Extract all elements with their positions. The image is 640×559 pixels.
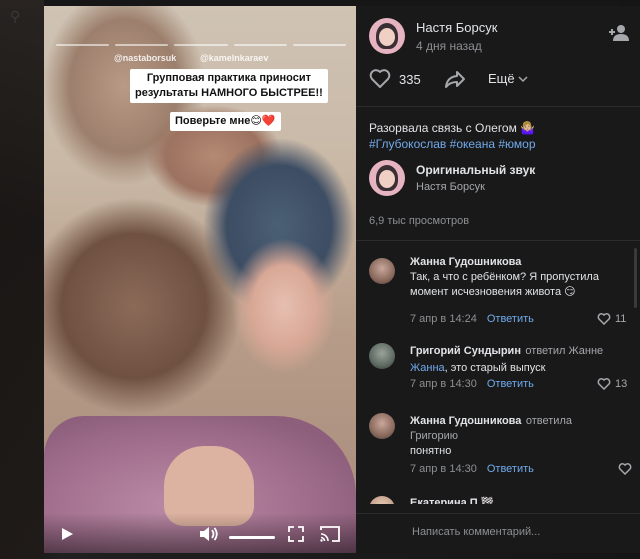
comment-avatar[interactable] bbox=[369, 413, 395, 439]
comment-date: 7 апр в 14:24 bbox=[410, 313, 477, 325]
comment-header: Григорий Сундырин ответил Жанне bbox=[410, 341, 632, 359]
comment-meta: 7 апр в 14:30 Ответить bbox=[410, 378, 534, 390]
video-tag-right: @kamelnkaraev bbox=[200, 53, 269, 63]
sound-avatar[interactable] bbox=[369, 160, 405, 196]
comment-avatar[interactable] bbox=[369, 496, 395, 504]
share-icon bbox=[445, 71, 465, 88]
comment-item: Екатерина П 🏁 bbox=[356, 496, 640, 504]
add-friend-icon[interactable] bbox=[608, 24, 630, 42]
reply-link[interactable]: Ответить bbox=[487, 313, 534, 325]
comment-date: 7 апр в 14:30 bbox=[410, 378, 477, 390]
volume-slider[interactable] bbox=[229, 536, 275, 539]
video-tag-left: @nastaborsuk bbox=[114, 53, 177, 63]
comment-item: Григорий Сундырин ответил Жанне Жанна, э… bbox=[356, 341, 640, 399]
view-count: 6,9 тыс просмотров bbox=[369, 215, 470, 227]
share-button[interactable] bbox=[444, 69, 466, 89]
comment-author[interactable]: Екатерина П 🏁 bbox=[410, 496, 632, 504]
hashtag[interactable]: #Глубокослав bbox=[369, 137, 446, 151]
video-player[interactable]: @nastaborsuk @kamelnkaraev Групповая пра… bbox=[44, 6, 356, 553]
reply-link[interactable]: Ответить bbox=[487, 463, 534, 475]
video-caption-main: Групповая практика приносит результаты Н… bbox=[130, 69, 328, 103]
divider bbox=[356, 106, 640, 107]
comment-like-count: 11 bbox=[615, 313, 627, 325]
dimmed-search-icon: ⚲ bbox=[10, 8, 21, 24]
video-caption-secondary: Поверьте мне😊❤️ bbox=[170, 112, 281, 131]
comment-avatar[interactable] bbox=[369, 258, 395, 284]
heart-icon bbox=[618, 463, 632, 475]
author-name[interactable]: Настя Борсук bbox=[416, 20, 497, 35]
comment-author[interactable]: Жанна Гудошникова bbox=[410, 256, 632, 268]
comment-like-button[interactable]: 11 bbox=[597, 313, 626, 325]
comment-like-button[interactable]: 13 bbox=[597, 378, 627, 390]
volume-icon[interactable] bbox=[199, 526, 219, 547]
author-avatar[interactable] bbox=[369, 18, 405, 54]
video-controls bbox=[44, 513, 356, 553]
more-label: Ещё bbox=[488, 71, 515, 86]
comment-author[interactable]: Григорий Сундырин bbox=[410, 345, 521, 357]
comment-text: момент исчезновения живота 😏 bbox=[410, 286, 576, 298]
cast-icon[interactable] bbox=[320, 526, 340, 547]
comment-reply-target-name: Григорию bbox=[410, 430, 459, 442]
comment-text: Жанна, это старый выпуск bbox=[410, 362, 546, 374]
comment-meta: 7 апр в 14:30 Ответить bbox=[410, 463, 534, 475]
post-description: Разорвала связь с Олегом 🤷🏼‍♀️ #Глубокос… bbox=[369, 120, 629, 152]
heart-icon bbox=[597, 378, 611, 390]
post-text: Разорвала связь с Олегом 🤷🏼‍♀️ bbox=[369, 121, 536, 135]
comment-avatar[interactable] bbox=[369, 343, 395, 369]
fullscreen-icon[interactable] bbox=[288, 526, 304, 547]
comments-scrollbar[interactable] bbox=[634, 248, 637, 308]
comment-date: 7 апр в 14:30 bbox=[410, 463, 477, 475]
hashtag[interactable]: #океана bbox=[450, 137, 495, 151]
divider bbox=[356, 240, 640, 241]
comment-item: Жанна Гудошникова Так, а что с ребёнком?… bbox=[356, 256, 640, 330]
backdrop-left-strip bbox=[0, 0, 44, 559]
hashtag-list: #Глубокослав #океана #юмор bbox=[369, 136, 629, 152]
comment-text: понятно bbox=[410, 445, 452, 457]
like-button[interactable]: 335 bbox=[369, 69, 421, 89]
reply-link[interactable]: Ответить bbox=[487, 378, 534, 390]
comment-item: Жанна Гудошникова ответила Григорию поня… bbox=[356, 411, 640, 485]
comment-reply-target: ответил Жанне bbox=[525, 345, 604, 357]
clip-info-panel: Настя Борсук 4 дня назад 335 Ещё Разорва… bbox=[356, 6, 640, 553]
comments-list[interactable]: Жанна Гудошникова Так, а что с ребёнком?… bbox=[356, 246, 640, 504]
comment-input[interactable] bbox=[412, 526, 622, 538]
sound-title[interactable]: Оригинальный звук bbox=[416, 163, 535, 177]
more-button[interactable]: Ещё bbox=[488, 71, 528, 86]
chevron-down-icon bbox=[518, 75, 528, 82]
comment-text: Так, а что с ребёнком? Я пропустила bbox=[410, 271, 599, 283]
comment-composer bbox=[356, 513, 640, 553]
play-icon[interactable] bbox=[60, 527, 74, 546]
heart-icon bbox=[369, 69, 391, 88]
comment-author[interactable]: Жанна Гудошникова bbox=[410, 415, 521, 427]
like-count: 335 bbox=[399, 71, 421, 87]
comment-like-button[interactable] bbox=[618, 463, 632, 475]
comment-header: Жанна Гудошникова ответила bbox=[410, 411, 632, 429]
post-date: 4 дня назад bbox=[416, 39, 482, 53]
comment-reply-target: ответила bbox=[525, 415, 572, 427]
heart-icon bbox=[597, 313, 611, 325]
comment-meta: 7 апр в 14:24 Ответить bbox=[410, 313, 534, 325]
comment-like-count: 13 bbox=[615, 378, 628, 390]
comment-mention[interactable]: Жанна bbox=[410, 362, 445, 374]
sound-author[interactable]: Настя Борсук bbox=[416, 181, 485, 193]
story-progress-segments bbox=[56, 44, 347, 46]
hashtag[interactable]: #юмор bbox=[498, 137, 535, 151]
